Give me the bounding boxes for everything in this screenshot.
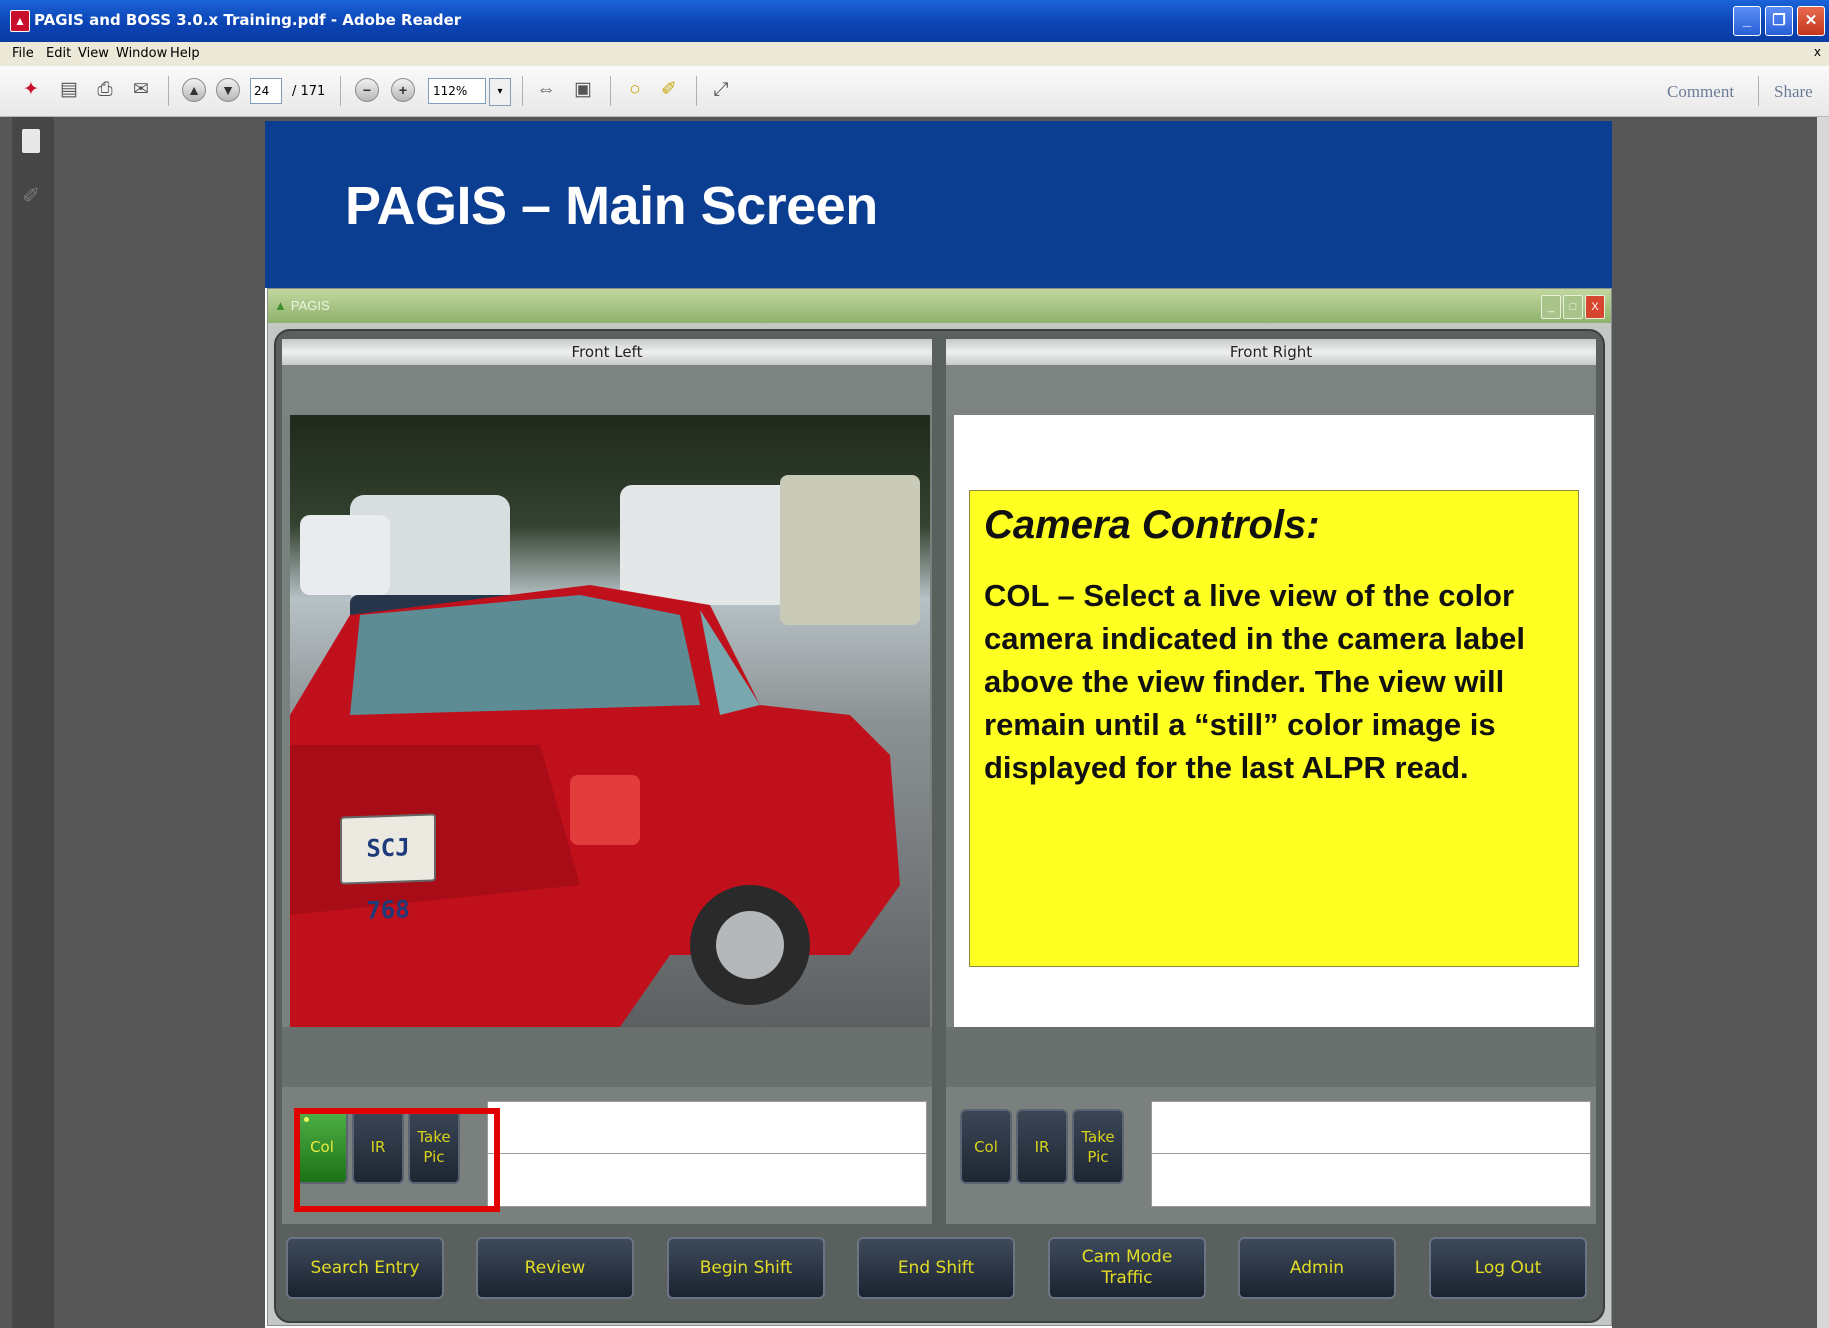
read-info-field — [487, 1153, 927, 1207]
fit-width-icon[interactable]: ⇔ — [533, 77, 559, 103]
ir-button[interactable]: IR — [1016, 1109, 1068, 1184]
cam-mode-value: Traffic — [1101, 1268, 1153, 1288]
begin-shift-button[interactable]: Begin Shift — [667, 1237, 825, 1299]
adobe-reader-icon: ▲ — [10, 10, 30, 32]
end-shift-button[interactable]: End Shift — [857, 1237, 1015, 1299]
pagis-close-button[interactable]: X — [1585, 295, 1605, 319]
pages-panel-icon[interactable] — [22, 129, 40, 153]
callout-title: Camera Controls: — [984, 503, 1320, 547]
camera-strip — [946, 365, 1596, 415]
menu-view[interactable]: View — [78, 46, 109, 61]
camera-strip — [282, 1027, 932, 1087]
slide-header: PAGIS – Main Screen — [265, 121, 1612, 288]
callout-body: COL – Select a live view of the color ca… — [984, 578, 1526, 785]
markup-icon[interactable]: ✐ — [656, 77, 682, 103]
print-icon[interactable]: ⎙ — [92, 77, 118, 103]
menu-file[interactable]: File — [12, 46, 34, 61]
admin-button[interactable]: Admin — [1238, 1237, 1396, 1299]
read-info-field — [1151, 1153, 1591, 1207]
camera-controls-callout: Camera Controls: COL – Select a live vie… — [969, 490, 1579, 967]
take-pic-button[interactable]: Take Pic — [1072, 1109, 1124, 1184]
fit-page-icon[interactable]: ▣ — [570, 77, 596, 103]
pagis-maximize-button[interactable]: □ — [1563, 295, 1583, 319]
previous-page-button[interactable]: ▲ — [182, 78, 206, 102]
highlight-box — [294, 1108, 500, 1212]
toolbar-divider — [340, 76, 341, 106]
read-info-field — [487, 1101, 927, 1155]
camera-label: Front Right — [946, 339, 1596, 365]
vertical-scrollbar[interactable] — [1817, 117, 1829, 1328]
toolbar: ✦ ▤ ⎙ ✉ ▲ ▼ 24 / 171 − + 112% ▾ ⇔ ▣ ○ ✐ … — [0, 66, 1829, 117]
window-controls: _ ❐ ✕ — [1733, 6, 1825, 36]
zoom-out-button[interactable]: − — [355, 78, 379, 102]
minimize-button[interactable]: _ — [1733, 6, 1761, 36]
pdf-page: PAGIS – Main Screen ▲ PAGIS _ □ X Front L… — [265, 121, 1612, 1328]
search-entry-button[interactable]: Search Entry — [286, 1237, 444, 1299]
read-info-field — [1151, 1101, 1591, 1155]
chevron-down-icon[interactable]: ▾ — [489, 78, 511, 106]
menu-help[interactable]: Help — [170, 46, 200, 61]
document-viewer: ✐ PAGIS – Main Screen ▲ PAGIS _ □ X Front… — [0, 117, 1829, 1328]
toolbar-divider — [1758, 76, 1759, 106]
camera-strip — [946, 1027, 1596, 1087]
restore-button[interactable]: ❐ — [1765, 6, 1793, 36]
close-button[interactable]: ✕ — [1797, 6, 1825, 36]
license-plate: SCJ 768 — [340, 813, 436, 925]
save-icon[interactable]: ▤ — [56, 77, 82, 103]
camera-panel-front-right: Front Right Camera Controls: COL – Selec… — [946, 339, 1596, 1224]
camera-label: Front Left — [282, 339, 932, 365]
camera-view-image: SCJ 768 — [290, 415, 930, 1027]
page-total: / 171 — [292, 84, 326, 99]
menu-bar: File Edit View Window Help x — [0, 42, 1829, 67]
col-button[interactable]: Col — [960, 1109, 1012, 1184]
camera-strip — [282, 365, 932, 415]
pagis-window-controls: _ □ X — [1541, 295, 1605, 319]
slide-title: PAGIS – Main Screen — [345, 176, 878, 236]
menu-window[interactable]: Window — [116, 46, 167, 61]
zoom-in-button[interactable]: + — [391, 78, 415, 102]
pagis-main-screen: Front Left SCJ 768 Col IR Take Pic Front… — [274, 329, 1605, 1323]
toolbar-divider — [696, 76, 697, 106]
review-button[interactable]: Review — [476, 1237, 634, 1299]
full-screen-icon[interactable]: ⤢ — [708, 77, 734, 103]
window-title: PAGIS and BOSS 3.0.x Training.pdf - Adob… — [34, 11, 462, 29]
share-tab[interactable]: Share — [1774, 82, 1813, 102]
document-close-button[interactable]: x — [1814, 45, 1821, 59]
comment-bubble-icon[interactable]: ○ — [622, 77, 648, 103]
camera-panel-front-left: Front Left SCJ 768 Col IR Take Pic — [282, 339, 932, 1224]
attachments-icon[interactable]: ✐ — [22, 183, 40, 209]
comment-tab[interactable]: Comment — [1667, 82, 1734, 102]
email-icon[interactable]: ✉ — [128, 77, 154, 103]
create-pdf-icon[interactable]: ✦ — [18, 77, 44, 103]
pagis-window-title: PAGIS — [290, 298, 330, 313]
next-page-button[interactable]: ▼ — [216, 78, 240, 102]
log-out-button[interactable]: Log Out — [1429, 1237, 1587, 1299]
toolbar-divider — [610, 76, 611, 106]
window-title-bar: ▲ PAGIS and BOSS 3.0.x Training.pdf - Ad… — [0, 0, 1829, 42]
pagis-logo-icon: ▲ — [274, 298, 287, 313]
menu-edit[interactable]: Edit — [46, 46, 71, 61]
navigation-pane: ✐ — [12, 117, 54, 1328]
pagis-minimize-button[interactable]: _ — [1541, 295, 1561, 319]
zoom-level-input[interactable]: 112% — [428, 78, 486, 104]
pagis-title-bar: ▲ PAGIS _ □ X — [268, 289, 1611, 323]
cam-mode-label: Cam Mode — [1081, 1247, 1173, 1267]
toolbar-divider — [168, 76, 169, 106]
cam-mode-button[interactable]: Cam Mode Traffic — [1048, 1237, 1206, 1299]
camera-view-blank: Camera Controls: COL – Select a live vie… — [954, 415, 1594, 1027]
page-number-input[interactable]: 24 — [250, 78, 282, 104]
pagis-app-window: ▲ PAGIS _ □ X Front Left SCJ 768 Col IR … — [267, 288, 1612, 1326]
toolbar-divider — [522, 76, 523, 106]
